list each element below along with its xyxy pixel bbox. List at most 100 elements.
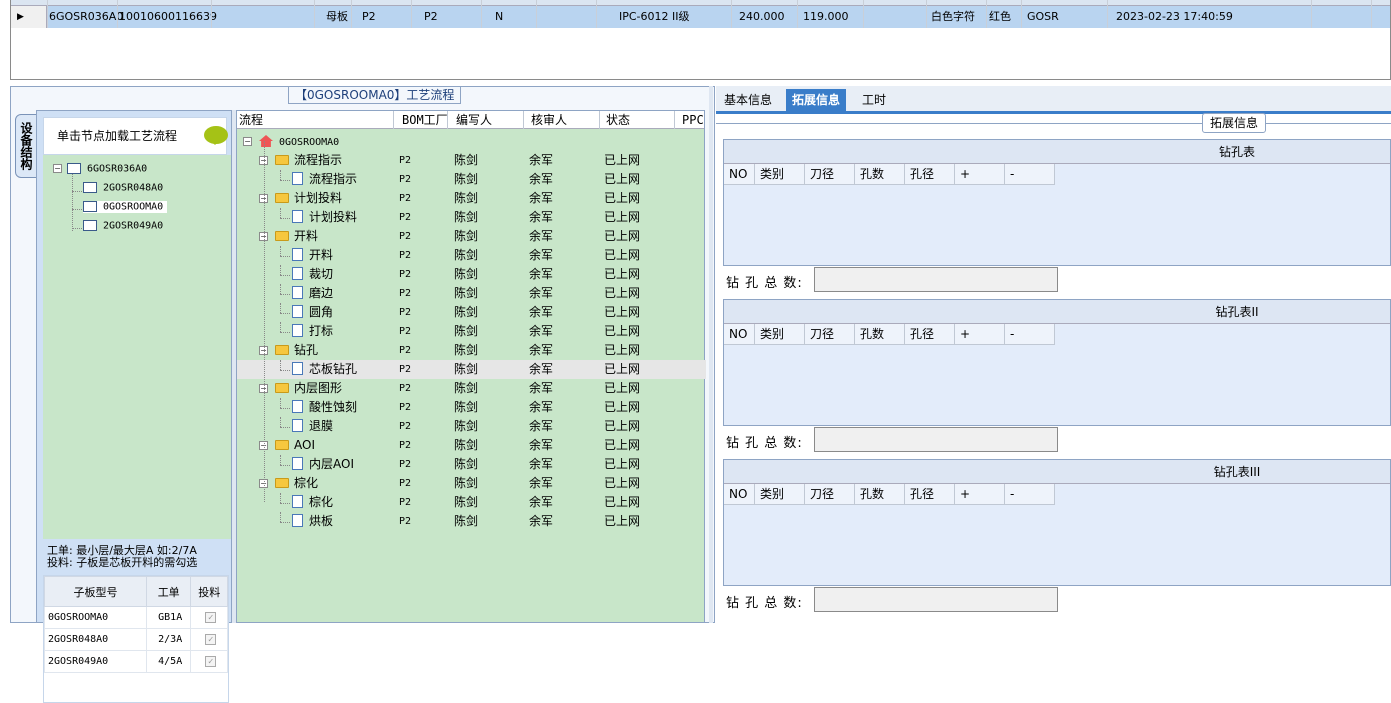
- drill-col[interactable]: 孔数: [855, 164, 905, 185]
- drill-col[interactable]: 类别: [755, 164, 805, 185]
- process-step-row[interactable]: 芯板钻孔 P2 陈剑 余军 已上网: [237, 360, 706, 379]
- device-tree-root[interactable]: 6GOSR036A0: [67, 163, 147, 175]
- col-divider[interactable]: [523, 111, 524, 129]
- col-divider[interactable]: [393, 111, 394, 129]
- process-group-row[interactable]: − AOI P2 陈剑 余军 已上网: [237, 436, 706, 455]
- process-step-row[interactable]: 烘板 P2 陈剑 余军 已上网: [237, 512, 706, 531]
- process-step-row[interactable]: 开料 P2 陈剑 余军 已上网: [237, 246, 706, 265]
- grid-cell[interactable]: 白色字符: [931, 6, 975, 28]
- drill-col[interactable]: 类别: [755, 484, 805, 505]
- process-group-row[interactable]: − 钻孔 P2 陈剑 余军 已上网: [237, 341, 706, 360]
- col-reviewer[interactable]: 核审人: [531, 111, 567, 129]
- remove-column[interactable]: -: [1005, 164, 1055, 185]
- col-bom-factory[interactable]: BOM工厂: [402, 111, 448, 129]
- process-step-row[interactable]: 圆角 P2 陈剑 余军 已上网: [237, 303, 706, 322]
- device-tree-item-selected[interactable]: 0GOSROOMA0: [83, 201, 168, 213]
- feed-checkbox[interactable]: ✓: [205, 634, 217, 645]
- cell-model[interactable]: 2GOSR049A0: [44, 650, 147, 673]
- grid-cell[interactable]: 红色: [989, 6, 1011, 28]
- grid-row-selected[interactable]: ▶ 6GOSR036A0 10010600116639 母板 P2 P2 N IPC-601…: [11, 6, 1390, 28]
- process-root[interactable]: − 0GOSROOMA0: [237, 132, 706, 151]
- col-ppc[interactable]: PPC: [682, 111, 704, 129]
- grid-cell[interactable]: P2: [424, 6, 438, 28]
- drill-col[interactable]: 孔径: [905, 164, 955, 185]
- process-step-row[interactable]: 内层AOI P2 陈剑 余军 已上网: [237, 455, 706, 474]
- collapse-icon[interactable]: −: [243, 137, 252, 146]
- grid-cell[interactable]: 10010600116639: [119, 6, 217, 28]
- add-column[interactable]: +: [955, 164, 1005, 185]
- process-group-row[interactable]: − 内层图形 P2 陈剑 余军 已上网: [237, 379, 706, 398]
- drill-col[interactable]: 刀径: [805, 324, 855, 345]
- cell-order[interactable]: 4/5A: [145, 650, 192, 673]
- process-group-row[interactable]: − 流程指示 P2 陈剑 余军 已上网: [237, 151, 706, 170]
- process-step-row[interactable]: 流程指示 P2 陈剑 余军 已上网: [237, 170, 706, 189]
- drill-col[interactable]: 刀径: [805, 484, 855, 505]
- cell-order[interactable]: GB1A: [145, 606, 192, 629]
- tab-work-hours[interactable]: 工时: [856, 89, 892, 114]
- drill-col[interactable]: NO: [724, 324, 755, 345]
- drill-total-input[interactable]: [814, 427, 1058, 452]
- drill-total-input[interactable]: [814, 267, 1058, 292]
- splitter-right[interactable]: [709, 86, 713, 623]
- device-tree-item[interactable]: 2GOSR049A0: [83, 220, 163, 232]
- collapse-icon[interactable]: −: [53, 164, 62, 173]
- grid-cell[interactable]: 2023-02-23 17:40:59: [1116, 6, 1233, 28]
- col-order[interactable]: 工单: [145, 576, 192, 607]
- col-divider[interactable]: [599, 111, 600, 129]
- col-process[interactable]: 流程: [239, 111, 263, 129]
- remove-column[interactable]: -: [1005, 484, 1055, 505]
- drill-col[interactable]: 孔数: [855, 324, 905, 345]
- grid-cell[interactable]: 母板: [326, 6, 348, 28]
- drill-col[interactable]: NO: [724, 484, 755, 505]
- process-step-row[interactable]: 打标 P2 陈剑 余军 已上网: [237, 322, 706, 341]
- row-indicator-icon[interactable]: ▶: [11, 6, 47, 28]
- remove-column[interactable]: -: [1005, 324, 1055, 345]
- col-divider[interactable]: [674, 111, 675, 129]
- grid-cell[interactable]: 240.000: [739, 6, 785, 28]
- process-group-row[interactable]: − 计划投料 P2 陈剑 余军 已上网: [237, 189, 706, 208]
- cell-model[interactable]: 2GOSR048A0: [44, 628, 147, 651]
- process-step-row[interactable]: 退膜 P2 陈剑 余军 已上网: [237, 417, 706, 436]
- tab-device-structure[interactable]: 设备结构: [15, 114, 37, 178]
- cell-feed[interactable]: ✓: [190, 650, 228, 673]
- tab-extended-info[interactable]: 拓展信息: [786, 89, 847, 114]
- table-row[interactable]: 2GOSR049A0 4/5A ✓: [44, 650, 228, 673]
- process-group-row[interactable]: − 棕化 P2 陈剑 余军 已上网: [237, 474, 706, 493]
- col-sub-model[interactable]: 子板型号: [44, 576, 147, 607]
- drill-col[interactable]: 类别: [755, 324, 805, 345]
- drill-col[interactable]: 孔径: [905, 324, 955, 345]
- col-divider[interactable]: [447, 111, 448, 129]
- tab-basic-info[interactable]: 基本信息: [718, 89, 778, 114]
- col-writer[interactable]: 编写人: [456, 111, 492, 129]
- table-row[interactable]: 2GOSR048A0 2/3A ✓: [44, 628, 228, 651]
- add-column[interactable]: +: [955, 324, 1005, 345]
- process-step-row[interactable]: 棕化 P2 陈剑 余军 已上网: [237, 493, 706, 512]
- grid-cell[interactable]: N: [495, 6, 503, 28]
- drill-col[interactable]: 孔数: [855, 484, 905, 505]
- grid-cell[interactable]: P2: [362, 6, 376, 28]
- feed-checkbox[interactable]: ✓: [205, 612, 217, 623]
- process-group-row[interactable]: − 开料 P2 陈剑 余军 已上网: [237, 227, 706, 246]
- grid-cell[interactable]: 119.000: [803, 6, 849, 28]
- drill-col[interactable]: 刀径: [805, 164, 855, 185]
- cell-order[interactable]: 2/3A: [145, 628, 192, 651]
- device-tree-item[interactable]: 2GOSR048A0: [83, 182, 163, 194]
- drill-total-input[interactable]: [814, 587, 1058, 612]
- table-row[interactable]: 0GOSROOMA0 GB1A ✓: [44, 606, 228, 629]
- process-step-row[interactable]: 计划投料 P2 陈剑 余军 已上网: [237, 208, 706, 227]
- process-step-row[interactable]: 裁切 P2 陈剑 余军 已上网: [237, 265, 706, 284]
- drill-col[interactable]: NO: [724, 164, 755, 185]
- col-feed[interactable]: 投料: [190, 576, 228, 607]
- cell-feed[interactable]: ✓: [190, 628, 228, 651]
- cell-model[interactable]: 0GOSROOMA0: [44, 606, 147, 629]
- grid-cell[interactable]: 6GOSR036A0: [49, 6, 123, 28]
- process-step-row[interactable]: 磨边 P2 陈剑 余军 已上网: [237, 284, 706, 303]
- grid-cell[interactable]: IPC-6012 II级: [619, 6, 690, 28]
- drill-col[interactable]: 孔径: [905, 484, 955, 505]
- add-column[interactable]: +: [955, 484, 1005, 505]
- col-status[interactable]: 状态: [606, 111, 630, 129]
- grid-cell[interactable]: GOSR: [1027, 6, 1059, 28]
- cell-feed[interactable]: ✓: [190, 606, 228, 629]
- process-step-row[interactable]: 酸性蚀刻 P2 陈剑 余军 已上网: [237, 398, 706, 417]
- feed-checkbox[interactable]: ✓: [205, 656, 217, 667]
